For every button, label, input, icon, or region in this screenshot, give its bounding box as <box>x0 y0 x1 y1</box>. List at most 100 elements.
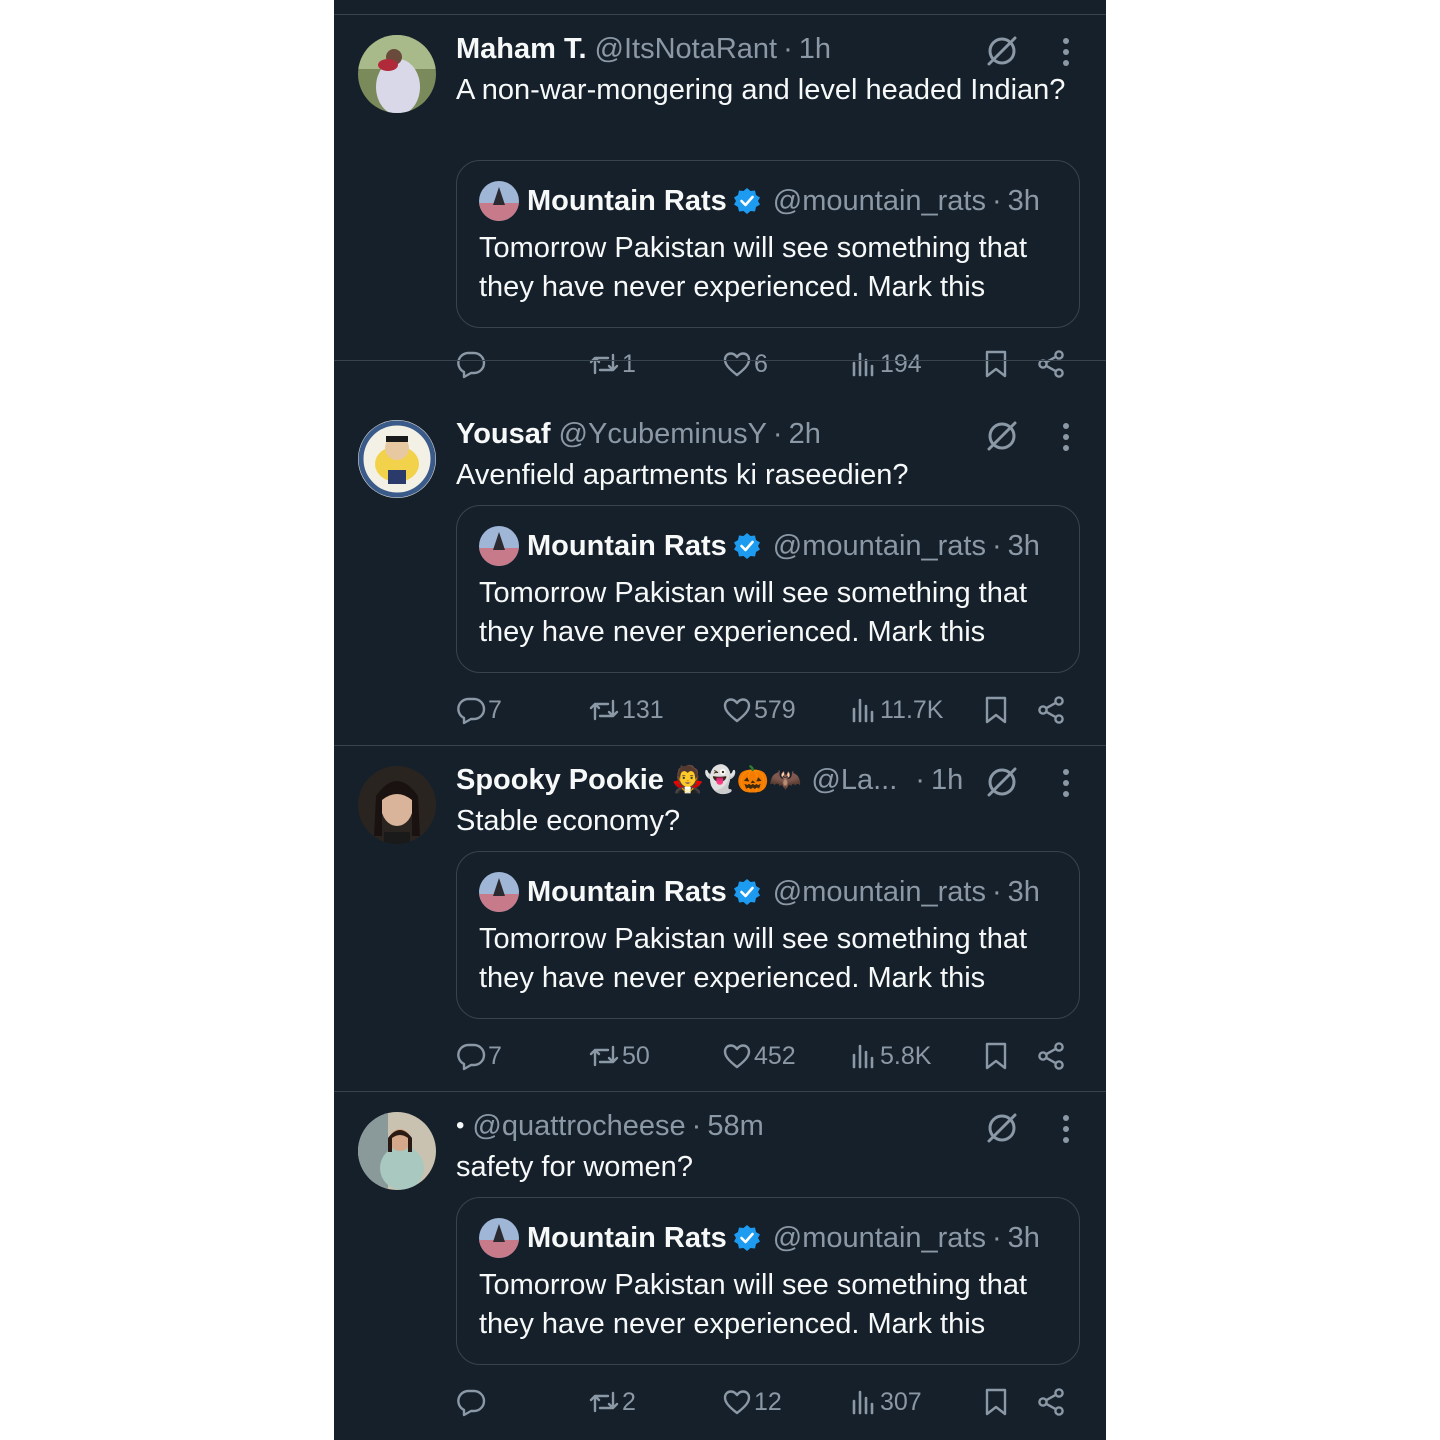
grok-icon[interactable] <box>984 1110 1020 1146</box>
tweet[interactable]: Maham T. @ItsNotaRant · 1h A non-war-mon… <box>334 15 1106 379</box>
retweet-icon <box>589 1045 619 1067</box>
verified-badge-icon <box>733 1225 760 1251</box>
retweet-button[interactable]: 50 <box>588 1036 650 1076</box>
quoted-avatar <box>479 526 519 566</box>
quoted-author-handle: @mountain_rats <box>772 1221 986 1254</box>
share-button[interactable] <box>1036 1382 1068 1422</box>
separator-dot: · <box>992 875 1002 908</box>
reply-button[interactable] <box>456 344 488 384</box>
retweet-button[interactable]: 131 <box>588 690 664 730</box>
bookmark-button[interactable] <box>982 690 1012 730</box>
separator-dot: · <box>783 32 793 65</box>
avatar[interactable] <box>358 766 436 844</box>
avatar[interactable] <box>358 420 436 498</box>
reply-count: 7 <box>488 1041 502 1070</box>
author-handle[interactable]: @ItsNotaRant <box>595 33 778 66</box>
bookmark-button[interactable] <box>982 344 1012 384</box>
quoted-timestamp: 3h <box>1007 184 1040 217</box>
tweet[interactable]: • @quattrocheese · 58m safety for women?… <box>334 1092 1106 1440</box>
tweet[interactable]: Spooky Pookie 🧛👻🎃🦇 @La... · 1h Stable ec… <box>334 746 1106 1092</box>
quoted-tweet-text: Tomorrow Pakistan will see something tha… <box>479 923 1028 994</box>
share-button[interactable] <box>1036 344 1068 384</box>
quoted-author-name: Mountain Rats <box>527 529 727 562</box>
reply-icon <box>457 1389 486 1417</box>
timestamp[interactable]: 58m <box>707 1110 763 1143</box>
views-count: 11.7K <box>880 695 944 724</box>
quoted-tweet-header: Mountain Rats @mountain_rats · 3h <box>479 872 1040 912</box>
grok-icon[interactable] <box>984 33 1020 69</box>
more-icon[interactable] <box>1054 1112 1078 1146</box>
quoted-tweet[interactable]: Mountain Rats @mountain_rats · 3h Tomorr… <box>456 505 1080 673</box>
views-count: 5.8K <box>880 1041 932 1070</box>
like-button[interactable]: 579 <box>722 690 796 730</box>
action-bar: 7 131 579 11.7K <box>456 690 1096 730</box>
timestamp[interactable]: 2h <box>789 418 821 451</box>
reply-button[interactable]: 7 <box>456 1036 502 1076</box>
separator-dot: · <box>992 1221 1002 1254</box>
views-button[interactable]: 307 <box>850 1382 922 1422</box>
quoted-author-handle: @mountain_rats <box>772 184 986 217</box>
share-icon <box>1038 696 1064 724</box>
reply-button[interactable] <box>456 1382 488 1422</box>
like-button[interactable]: 6 <box>722 344 768 384</box>
verified-badge-icon <box>733 533 760 559</box>
verified-badge-icon <box>733 879 760 905</box>
tweet[interactable]: Yousaf @YcubeminusY · 2h Avenfield apart… <box>334 400 1106 746</box>
quoted-tweet[interactable]: Mountain Rats @mountain_rats · 3h Tomorr… <box>456 160 1080 328</box>
bookmark-button[interactable] <box>982 1382 1012 1422</box>
like-count: 12 <box>754 1387 782 1416</box>
retweet-button[interactable]: 2 <box>588 1382 636 1422</box>
quoted-tweet-text: Tomorrow Pakistan will see something tha… <box>479 1269 1028 1340</box>
share-button[interactable] <box>1036 1036 1068 1076</box>
reply-icon <box>457 697 486 725</box>
like-button[interactable]: 452 <box>722 1036 796 1076</box>
author-name[interactable]: Yousaf <box>456 418 551 451</box>
retweet-count: 1 <box>622 349 636 378</box>
share-button[interactable] <box>1036 690 1068 730</box>
author-handle[interactable]: @La... <box>811 764 897 797</box>
more-icon[interactable] <box>1054 420 1078 454</box>
more-icon[interactable] <box>1054 35 1078 69</box>
grok-icon[interactable] <box>984 764 1020 800</box>
quoted-tweet[interactable]: Mountain Rats @mountain_rats · 3h Tomorr… <box>456 1197 1080 1365</box>
views-button[interactable]: 11.7K <box>850 690 943 730</box>
views-count: 194 <box>880 349 922 378</box>
like-count: 452 <box>754 1041 796 1070</box>
quoted-tweet[interactable]: Mountain Rats @mountain_rats · 3h Tomorr… <box>456 851 1080 1019</box>
tweet-text: Avenfield apartments ki raseedien? <box>456 459 909 491</box>
views-button[interactable]: 194 <box>850 344 922 384</box>
author-handle[interactable]: @YcubeminusY <box>559 418 767 451</box>
retweet-count: 2 <box>622 1387 636 1416</box>
tweet-text: safety for women? <box>456 1151 693 1183</box>
bookmark-icon <box>985 696 1007 724</box>
timestamp[interactable]: 1h <box>799 33 831 66</box>
quoted-avatar <box>479 1218 519 1258</box>
reply-button[interactable]: 7 <box>456 690 502 730</box>
avatar[interactable] <box>358 35 436 113</box>
reply-icon <box>457 1043 486 1071</box>
like-icon <box>723 352 751 377</box>
retweet-button[interactable]: 1 <box>588 344 636 384</box>
bookmark-button[interactable] <box>982 1036 1012 1076</box>
grok-icon[interactable] <box>984 418 1020 454</box>
quoted-author-handle: @mountain_rats <box>772 529 986 562</box>
quoted-timestamp: 3h <box>1007 529 1040 562</box>
like-button[interactable]: 12 <box>722 1382 782 1422</box>
author-handle[interactable]: @quattrocheese <box>472 1110 685 1143</box>
views-button[interactable]: 5.8K <box>850 1036 931 1076</box>
author-name[interactable]: Spooky Pookie <box>456 764 664 797</box>
avatar[interactable] <box>358 1112 436 1190</box>
separator-dot: · <box>772 417 783 450</box>
tweet-text: Stable economy? <box>456 805 681 837</box>
verified-badge-icon <box>733 188 760 214</box>
separator-dot: · <box>992 184 1002 217</box>
tweet-header: • @quattrocheese · 58m <box>456 1106 764 1146</box>
share-icon <box>1038 350 1064 378</box>
retweet-icon <box>589 1391 619 1413</box>
more-icon[interactable] <box>1054 766 1078 800</box>
timestamp[interactable]: 1h <box>931 764 963 797</box>
bookmark-icon <box>985 1042 1007 1070</box>
retweet-icon <box>589 353 619 375</box>
like-count: 6 <box>754 349 768 378</box>
author-name[interactable]: Maham T. <box>456 33 587 66</box>
